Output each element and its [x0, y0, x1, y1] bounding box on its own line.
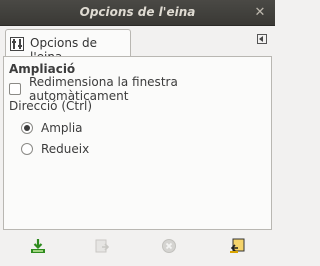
restore-icon[interactable] — [94, 238, 110, 254]
delete-icon[interactable] — [161, 238, 177, 254]
direction-option-zoom-in[interactable]: Amplia — [21, 120, 83, 136]
tab-tool-options[interactable]: Opcions de l'eina — [5, 29, 131, 64]
title-bar: Opcions de l'eina ✕ — [0, 0, 275, 26]
zoom-out-label: Redueix — [41, 142, 90, 156]
zoom-in-label: Amplia — [41, 121, 83, 135]
section-title: Ampliació — [9, 62, 76, 76]
close-icon[interactable]: ✕ — [252, 5, 268, 21]
reset-icon[interactable] — [229, 238, 245, 254]
resize-window-option[interactable]: Redimensiona la finestra automàticament — [9, 75, 271, 103]
tab-menu-icon[interactable] — [257, 34, 267, 44]
tool-options-icon — [10, 37, 24, 51]
save-icon[interactable] — [30, 238, 46, 254]
direction-label: Direcció (Ctrl) — [9, 99, 93, 113]
zoom-in-radio[interactable] — [21, 122, 33, 134]
resize-window-checkbox[interactable] — [9, 83, 21, 95]
tool-options-panel: Ampliació Redimensiona la finestra autom… — [3, 56, 272, 230]
direction-option-zoom-out[interactable]: Redueix — [21, 141, 89, 157]
zoom-out-radio[interactable] — [21, 143, 33, 155]
window-title: Opcions de l'eina — [79, 5, 196, 19]
